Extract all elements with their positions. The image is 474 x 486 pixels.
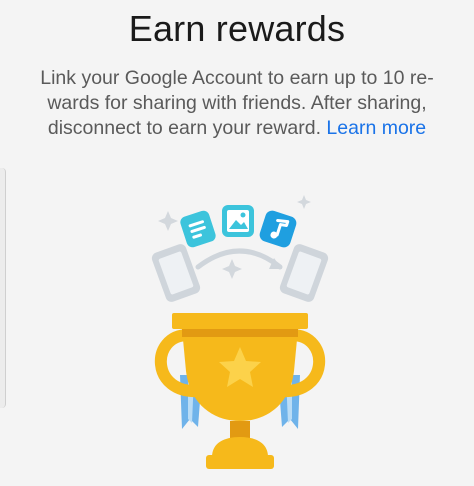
description-line-2: wards for sharing with friends. After sh… <box>47 92 427 114</box>
description-line-3: disconnect to earn your reward. Learn mo… <box>28 116 446 141</box>
share-arrow-icon <box>195 248 283 270</box>
description-line-1: Link your Google Account to earn up to 1… <box>40 67 434 89</box>
dialog-title: Earn rewards <box>128 8 346 49</box>
document-icon <box>180 210 216 248</box>
image-icon <box>222 205 254 237</box>
music-note-icon <box>259 210 297 248</box>
description-line-3-text: disconnect to earn your reward. <box>47 117 327 139</box>
dialog-description: Link your Google Account to earn up to 1… <box>28 66 446 141</box>
phone-icon-right <box>279 244 329 302</box>
phone-icon <box>151 244 201 302</box>
trophy-icon <box>154 313 326 469</box>
learn-more-link[interactable]: Learn more <box>326 117 426 139</box>
edge-handle <box>0 168 6 408</box>
rewards-illustration <box>151 195 329 469</box>
